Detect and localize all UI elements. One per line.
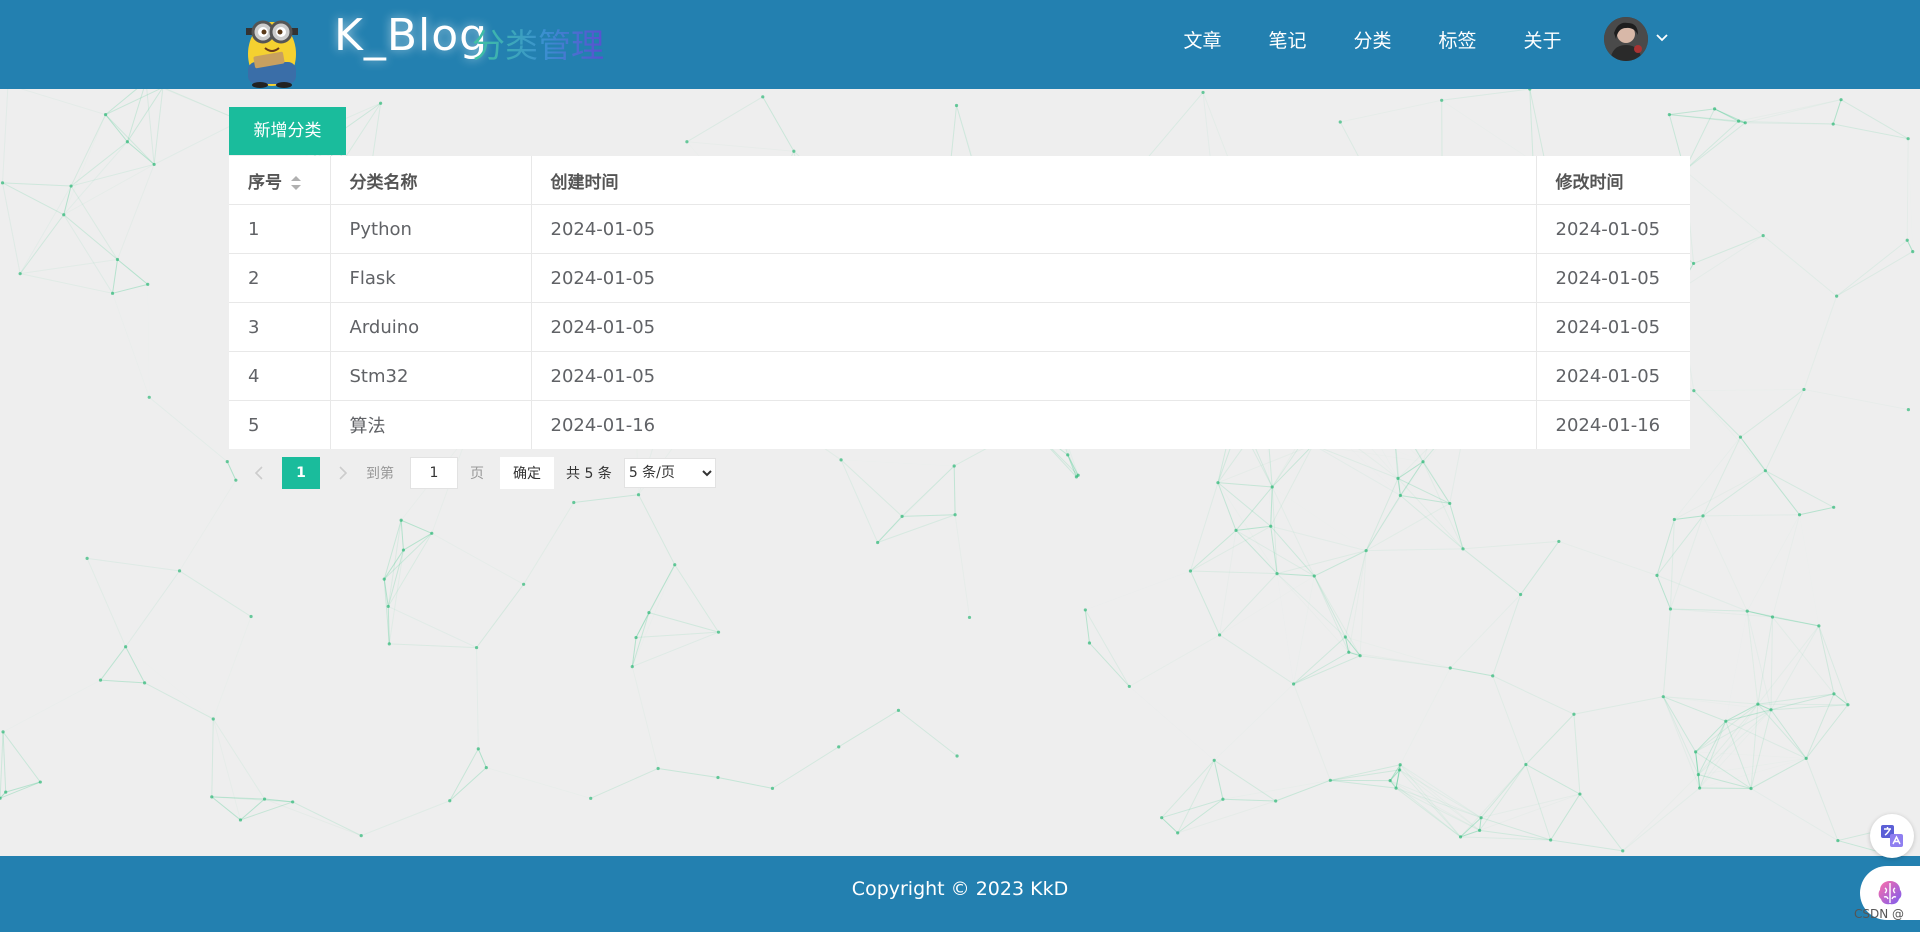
translate-icon[interactable] [1870, 814, 1914, 858]
cell-name: Python [329, 204, 531, 254]
top-navbar: K_Blog 分类管理 文章 笔记 分类 标签 关于 [0, 0, 1920, 89]
table-row[interactable]: 3 Arduino 2024-01-05 2024-01-05 [229, 302, 1690, 352]
nav-item-tags[interactable]: 标签 [1415, 26, 1500, 52]
table-header-row: 序号 分类名称 创建时间 修改时间 [229, 156, 1690, 205]
sort-icon[interactable] [290, 174, 302, 192]
cell-index: 1 [229, 204, 330, 254]
column-header-created: 创建时间 [530, 156, 1536, 205]
nav-item-articles[interactable]: 文章 [1160, 26, 1245, 52]
chevron-down-icon[interactable] [1654, 29, 1670, 45]
table-row[interactable]: 5 算法 2024-01-16 2024-01-16 [229, 400, 1690, 449]
cell-created: 2024-01-05 [530, 351, 1536, 401]
cell-name: Stm32 [329, 351, 531, 401]
column-header-name: 分类名称 [329, 156, 531, 205]
prev-page-button[interactable] [248, 462, 270, 484]
page-size-select[interactable]: 5 条/页 [623, 458, 716, 488]
brain-glyph [1878, 881, 1902, 905]
copyright-text: Copyright © 2023 KkD [851, 878, 1069, 900]
cell-index: 3 [229, 302, 330, 352]
nav-item-categories[interactable]: 分类 [1330, 26, 1415, 52]
nav-item-about[interactable]: 关于 [1500, 26, 1585, 52]
total-count: 共 5 条 [566, 466, 612, 482]
cell-created: 2024-01-05 [530, 302, 1536, 352]
cell-created: 2024-01-05 [530, 253, 1536, 303]
add-category-button[interactable]: 新增分类 [229, 107, 346, 155]
chevron-left-icon [254, 466, 263, 480]
table-row[interactable]: 2 Flask 2024-01-05 2024-01-05 [229, 253, 1690, 303]
avatar-image [1604, 17, 1648, 61]
cell-modified: 2024-01-05 [1535, 351, 1690, 401]
cell-name: Flask [329, 253, 531, 303]
brand-title[interactable]: K_Blog [334, 10, 488, 61]
cell-name: Arduino [329, 302, 531, 352]
page-title: 分类管理 [472, 19, 604, 67]
user-avatar[interactable] [1604, 17, 1648, 61]
cell-created: 2024-01-16 [530, 400, 1536, 449]
cell-modified: 2024-01-16 [1535, 400, 1690, 449]
main-nav: 文章 笔记 分类 标签 关于 [1160, 26, 1585, 52]
column-header-index-label: 序号 [248, 172, 282, 193]
chevron-right-icon [339, 466, 348, 480]
cell-modified: 2024-01-05 [1535, 253, 1690, 303]
translate-glyph [1881, 825, 1903, 847]
jump-page-input[interactable] [410, 457, 458, 489]
category-table: 序号 分类名称 创建时间 修改时间 1 Python 2024-01-05 20… [229, 156, 1690, 449]
cell-created: 2024-01-05 [530, 204, 1536, 254]
column-header-modified: 修改时间 [1535, 156, 1690, 205]
jump-confirm-button[interactable]: 确定 [500, 457, 554, 489]
nav-item-notes[interactable]: 笔记 [1245, 26, 1330, 52]
jump-to-label: 到第 [366, 466, 394, 482]
cell-index: 4 [229, 351, 330, 401]
cell-name: 算法 [329, 400, 531, 449]
main-content: 新增分类 序号 分类名称 创建时间 修改时间 1 Python 2024-01-… [0, 89, 1920, 856]
csdn-watermark: CSDN @ [1853, 907, 1904, 921]
next-page-button[interactable] [332, 462, 354, 484]
table-row[interactable]: 1 Python 2024-01-05 2024-01-05 [229, 204, 1690, 254]
cell-modified: 2024-01-05 [1535, 302, 1690, 352]
table-row[interactable]: 4 Stm32 2024-01-05 2024-01-05 [229, 351, 1690, 401]
pagination: 1 到第 页 确定 共 5 条 5 条/页 [248, 457, 716, 489]
cell-modified: 2024-01-05 [1535, 204, 1690, 254]
cell-index: 5 [248, 414, 260, 436]
page-number-current[interactable]: 1 [282, 457, 320, 489]
footer: Copyright © 2023 KkD [0, 856, 1920, 932]
column-header-index[interactable]: 序号 [229, 156, 330, 205]
page-unit-label: 页 [470, 466, 484, 482]
cell-index: 2 [229, 253, 330, 303]
minion-mascot-logo[interactable] [232, 4, 312, 88]
